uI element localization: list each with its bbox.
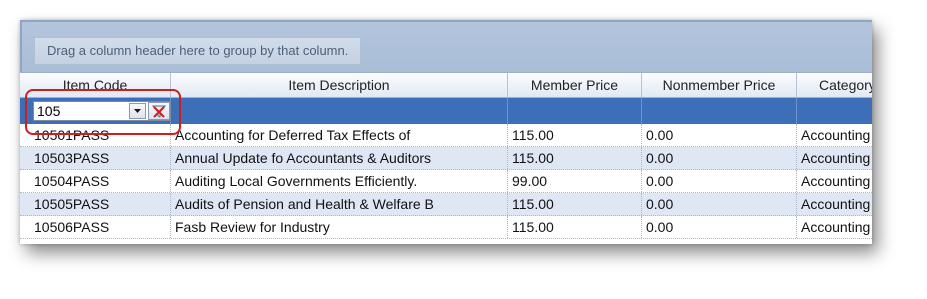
cell-member-price[interactable]: 115.00 bbox=[508, 124, 642, 146]
item-code-filter-editor[interactable] bbox=[33, 101, 171, 121]
table-row[interactable]: 10501PASS Accounting for Deferred Tax Ef… bbox=[20, 124, 872, 147]
item-code-filter-input[interactable] bbox=[34, 102, 134, 120]
cell-nonmember-price[interactable]: 0.00 bbox=[642, 170, 797, 192]
filter-cell-item-code[interactable] bbox=[20, 98, 171, 124]
cell-category[interactable]: Accounting bbox=[797, 193, 872, 215]
filter-operator-dropdown[interactable] bbox=[129, 103, 146, 119]
cell-item-description[interactable]: Fasb Review for Industry bbox=[171, 216, 508, 238]
column-header-nonmember-price[interactable]: Nonmember Price bbox=[642, 73, 797, 97]
filter-row bbox=[20, 98, 872, 124]
clear-filter-button[interactable] bbox=[148, 102, 170, 120]
cell-item-description[interactable]: Annual Update fo Accountants & Auditors bbox=[171, 147, 508, 169]
cell-item-code[interactable]: 10505PASS bbox=[20, 193, 171, 215]
cell-member-price[interactable]: 115.00 bbox=[508, 147, 642, 169]
clear-filter-icon bbox=[151, 105, 167, 118]
column-header-row: Item Code Item Description Member Price … bbox=[20, 72, 872, 98]
grid-rows: 10501PASS Accounting for Deferred Tax Ef… bbox=[20, 124, 872, 239]
column-header-member-price[interactable]: Member Price bbox=[508, 73, 642, 97]
group-by-panel[interactable]: Drag a column header here to group by th… bbox=[20, 20, 872, 72]
cell-member-price[interactable]: 99.00 bbox=[508, 170, 642, 192]
cell-member-price[interactable]: 115.00 bbox=[508, 216, 642, 238]
cell-nonmember-price[interactable]: 0.00 bbox=[642, 124, 797, 146]
cell-item-description[interactable]: Accounting for Deferred Tax Effects of bbox=[171, 124, 508, 146]
group-by-hint: Drag a column header here to group by th… bbox=[34, 37, 362, 65]
column-header-item-code[interactable]: Item Code bbox=[20, 73, 171, 97]
cell-item-code[interactable]: 10501PASS bbox=[20, 124, 171, 146]
cell-nonmember-price[interactable]: 0.00 bbox=[642, 193, 797, 215]
cell-nonmember-price[interactable]: 0.00 bbox=[642, 147, 797, 169]
cell-category[interactable]: Accounting bbox=[797, 216, 872, 238]
filter-cell-category[interactable] bbox=[797, 98, 872, 124]
cell-nonmember-price[interactable]: 0.00 bbox=[642, 216, 797, 238]
cell-category[interactable]: Accounting bbox=[797, 124, 872, 146]
cell-item-description[interactable]: Auditing Local Governments Efficiently. bbox=[171, 170, 508, 192]
table-row[interactable]: 10505PASS Audits of Pension and Health &… bbox=[20, 193, 872, 216]
cell-item-code[interactable]: 10506PASS bbox=[20, 216, 171, 238]
table-row[interactable]: 10506PASS Fasb Review for Industry 115.0… bbox=[20, 216, 872, 239]
cell-category[interactable]: Accounting bbox=[797, 170, 872, 192]
chevron-down-icon bbox=[134, 109, 141, 113]
filter-cell-nonmember-price[interactable] bbox=[642, 98, 797, 124]
table-row[interactable]: 10503PASS Annual Update fo Accountants &… bbox=[20, 147, 872, 170]
filter-cell-member-price[interactable] bbox=[508, 98, 642, 124]
cell-category[interactable]: Accounting bbox=[797, 147, 872, 169]
table-row[interactable]: 10504PASS Auditing Local Governments Eff… bbox=[20, 170, 872, 193]
data-grid: Drag a column header here to group by th… bbox=[20, 20, 872, 244]
cell-item-code[interactable]: 10503PASS bbox=[20, 147, 171, 169]
column-header-item-description[interactable]: Item Description bbox=[171, 73, 508, 97]
filter-cell-item-description[interactable] bbox=[171, 98, 508, 124]
column-header-category[interactable]: Category bbox=[797, 73, 872, 97]
cell-member-price[interactable]: 115.00 bbox=[508, 193, 642, 215]
cell-item-code[interactable]: 10504PASS bbox=[20, 170, 171, 192]
cell-item-description[interactable]: Audits of Pension and Health & Welfare B bbox=[171, 193, 508, 215]
